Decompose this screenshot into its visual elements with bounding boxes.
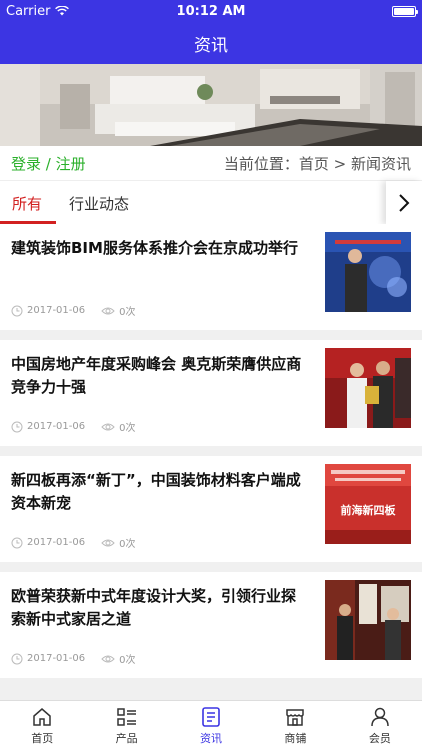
- news-views: 0次: [119, 655, 136, 666]
- tab-industry-news[interactable]: 行业动态: [69, 181, 129, 225]
- news-thumbnail: 前海新四板: [325, 464, 411, 544]
- news-title: 中国房地产年度采购峰会 奥克斯荣膺供应商竞争力十强: [11, 355, 302, 396]
- clock-icon: [11, 653, 23, 664]
- page-title: 资讯: [194, 35, 228, 56]
- clock-icon: [11, 421, 23, 432]
- eye-icon: [101, 423, 115, 430]
- user-icon: [371, 707, 389, 726]
- carrier-label: Carrier: [6, 3, 51, 19]
- status-bar: Carrier 10:12 AM: [0, 0, 422, 22]
- login-register-link[interactable]: 登录 / 注册: [11, 153, 86, 174]
- news-meta: 2017-01-06 0次: [11, 303, 136, 318]
- tabbar-label: 资讯: [200, 731, 223, 745]
- clock-icon: [11, 305, 23, 316]
- eye-icon: [101, 655, 115, 662]
- news-item[interactable]: 新四板再添“新丁”，中国装饰材料客户端成资本新宠 2017-01-06 0次 前…: [0, 456, 422, 562]
- news-item[interactable]: 欧普荣获新中式年度设计大奖，引领行业探索新中式家居之道 2017-01-06 0…: [0, 572, 422, 678]
- news-thumbnail: [325, 580, 411, 660]
- category-tabs: 所有 行业动态: [0, 180, 422, 225]
- news-thumbnail: [325, 348, 411, 428]
- clock-icon: [11, 537, 23, 548]
- tabs-more-button[interactable]: [386, 181, 422, 225]
- tabbar-label: 商铺: [284, 731, 307, 745]
- nav-bar: 资讯: [0, 22, 422, 64]
- breadcrumb-bar: 登录 / 注册 当前位置：首页 > 新闻资讯: [0, 146, 422, 180]
- news-views: 0次: [119, 307, 136, 318]
- breadcrumb: 当前位置：首页 > 新闻资讯: [223, 154, 411, 173]
- news-thumbnail: [325, 232, 411, 312]
- news-date: 2017-01-06: [27, 537, 86, 548]
- tabbar-label: 会员: [368, 731, 391, 745]
- bottom-tab-bar: 首页 产品 资讯 商铺 会员: [0, 700, 422, 750]
- battery-icon: [392, 5, 418, 17]
- news-meta: 2017-01-06 0次: [11, 651, 136, 666]
- news-meta: 2017-01-06 0次: [11, 535, 136, 550]
- tabbar-shop[interactable]: 商铺: [253, 701, 337, 750]
- news-item[interactable]: 建筑装饰BIM服务体系推介会在京成功举行 2017-01-06 0次: [0, 224, 422, 330]
- news-title: 欧普荣获新中式年度设计大奖，引领行业探索新中式家居之道: [11, 587, 297, 628]
- eye-icon: [101, 307, 115, 314]
- tabbar-products[interactable]: 产品: [84, 701, 168, 750]
- news-date: 2017-01-06: [27, 421, 86, 432]
- news-icon: [202, 706, 220, 727]
- tab-all[interactable]: 所有: [12, 181, 42, 225]
- news-date: 2017-01-06: [27, 305, 86, 316]
- shop-icon: [286, 708, 305, 726]
- thumb-caption: 前海新四板: [340, 504, 396, 517]
- tabbar-home[interactable]: 首页: [0, 701, 84, 750]
- news-item[interactable]: 中国房地产年度采购峰会 奥克斯荣膺供应商竞争力十强 2017-01-06 0次: [0, 340, 422, 446]
- news-date: 2017-01-06: [27, 653, 86, 664]
- eye-icon: [101, 539, 115, 546]
- tabbar-label: 首页: [31, 731, 54, 745]
- news-views: 0次: [119, 423, 136, 434]
- news-meta: 2017-01-06 0次: [11, 419, 136, 434]
- news-title: 建筑装饰BIM服务体系推介会在京成功举行: [11, 239, 298, 257]
- product-list-icon: [116, 707, 136, 726]
- wifi-icon: [55, 6, 70, 16]
- chevron-right-icon: [399, 194, 410, 212]
- home-icon: [33, 707, 51, 726]
- news-title: 新四板再添“新丁”，中国装饰材料客户端成资本新宠: [11, 471, 301, 512]
- tabbar-member[interactable]: 会员: [338, 701, 422, 750]
- tab-label: 行业动态: [69, 194, 130, 213]
- banner-image[interactable]: [0, 64, 422, 146]
- tabbar-news[interactable]: 资讯: [169, 701, 253, 750]
- tabbar-label: 产品: [115, 731, 138, 745]
- news-views: 0次: [119, 539, 136, 550]
- tab-label: 所有: [12, 194, 43, 213]
